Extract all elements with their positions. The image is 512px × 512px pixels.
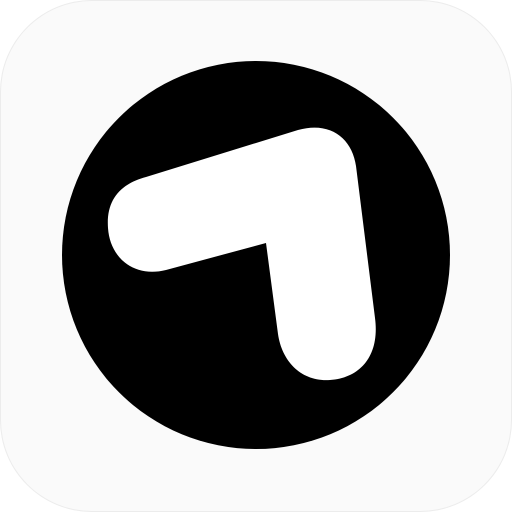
app-icon-tile[interactable] — [0, 0, 512, 512]
arrow-up-left-circle-icon — [62, 61, 450, 449]
